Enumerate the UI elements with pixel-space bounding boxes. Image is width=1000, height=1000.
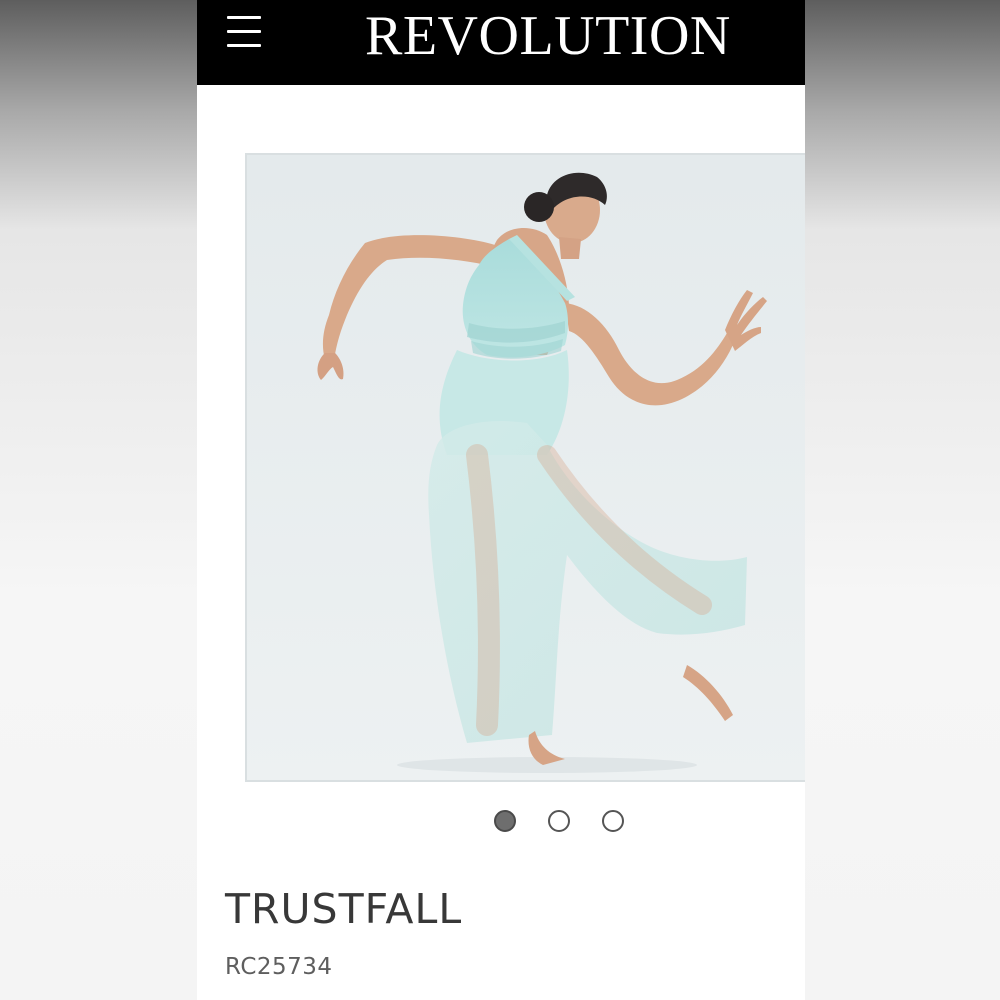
- product-sku: RC25734: [225, 954, 333, 980]
- mobile-page: REVOLUTION TRUSTFALL RC25734: [197, 0, 805, 1000]
- site-header: REVOLUTION: [197, 0, 805, 85]
- product-image-gallery[interactable]: [245, 153, 805, 782]
- gallery-dot-1[interactable]: [494, 810, 516, 832]
- product-photo: [247, 155, 805, 780]
- gallery-pagination: [197, 810, 805, 838]
- right-backdrop: [805, 0, 1000, 1000]
- gallery-dot-3[interactable]: [602, 810, 624, 832]
- product-title: TRUSTFALL: [225, 885, 463, 933]
- gallery-dot-2[interactable]: [548, 810, 570, 832]
- left-backdrop: [0, 0, 197, 1000]
- brand-logo[interactable]: REVOLUTION: [365, 4, 765, 68]
- hamburger-menu-icon[interactable]: [225, 14, 263, 50]
